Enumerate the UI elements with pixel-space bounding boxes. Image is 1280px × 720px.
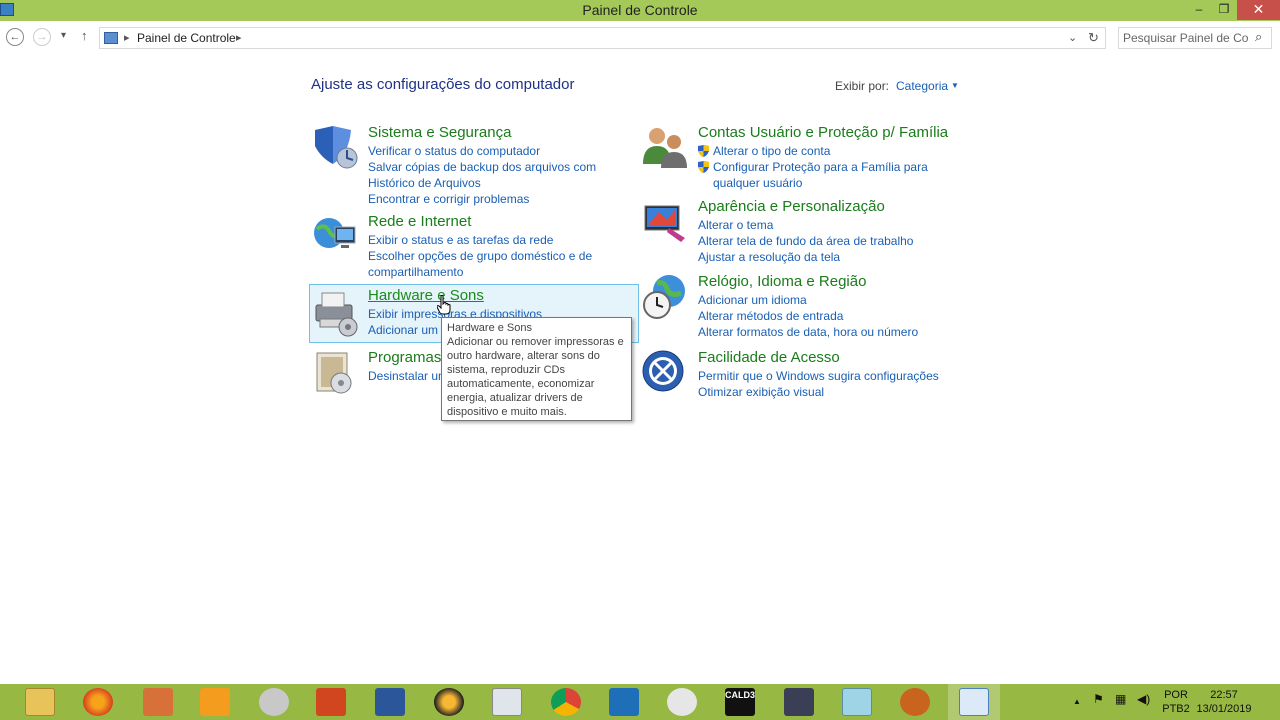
breadcrumb-control-panel[interactable]: Painel de Controle: [137, 31, 236, 45]
category-clock-language: Relógio, Idioma e Região Adicionar um id…: [641, 273, 971, 339]
accessibility-icon: [642, 350, 684, 392]
search-box[interactable]: ⌕: [1118, 27, 1272, 49]
chrome-icon[interactable]: [551, 688, 581, 716]
volume-icon[interactable]: ◀): [1137, 692, 1150, 706]
word-icon[interactable]: [375, 688, 405, 716]
baseball-glove-icon[interactable]: [900, 688, 930, 716]
category-ease-of-access: Facilidade de Acesso Permitir que o Wind…: [641, 349, 971, 399]
category-title-programs[interactable]: Programas: [368, 349, 441, 366]
minimize-button[interactable]: –: [1188, 0, 1210, 20]
hand-cursor-icon: [437, 295, 451, 315]
category-user-accounts: Contas Usuário e Proteção p/ Família Alt…: [641, 124, 971, 190]
language-indicator[interactable]: POR PTB2: [1158, 688, 1194, 716]
category-title-accounts[interactable]: Contas Usuário e Proteção p/ Família: [698, 124, 948, 141]
link-check-status[interactable]: Verificar o status do computador: [368, 143, 643, 159]
link-change-background[interactable]: Alterar tela de fundo da área de trabalh…: [698, 233, 968, 249]
network-globe-icon: [314, 218, 356, 248]
view-by-value[interactable]: Categoria: [896, 79, 948, 93]
file-explorer-icon[interactable]: [25, 688, 55, 716]
address-box[interactable]: ▸ Painel de Controle ▸ ⌄ ↻: [99, 27, 1106, 49]
category-title-system[interactable]: Sistema e Segurança: [368, 124, 511, 141]
refresh-icon[interactable]: ↻: [1088, 30, 1099, 46]
office-tools-icon[interactable]: [143, 688, 173, 716]
link-adjust-resolution[interactable]: Ajustar a resolução da tela: [698, 249, 968, 265]
breadcrumb-separator[interactable]: ▸: [236, 31, 242, 44]
window-title: Painel de Controle: [582, 2, 698, 18]
clock-globe-icon: [643, 275, 685, 319]
system-monitor-icon[interactable]: [492, 688, 522, 716]
tray-expand-icon[interactable]: ▲: [1073, 697, 1081, 706]
category-title-network[interactable]: Rede e Internet: [368, 213, 471, 230]
category-network-internet: Rede e Internet Exibir o status e as tar…: [311, 213, 641, 279]
page-title: Ajuste as configurações do computador: [311, 76, 575, 93]
appearance-icon: [644, 205, 685, 242]
address-bar-row: ← → ▾ ↑ ▸ Painel de Controle ▸ ⌄ ↻ ⌕: [0, 21, 1280, 54]
glass-app-icon[interactable]: [842, 688, 872, 716]
category-appearance: Aparência e Personalização Alterar o tem…: [641, 198, 971, 264]
restore-button[interactable]: ❐: [1213, 0, 1235, 20]
link-change-account-type[interactable]: Alterar o tipo de conta: [698, 143, 968, 159]
category-title-clock[interactable]: Relógio, Idioma e Região: [698, 273, 866, 290]
search-icon[interactable]: ⌕: [1255, 29, 1262, 45]
firefox-icon[interactable]: [83, 688, 113, 716]
up-button[interactable]: ↑: [81, 28, 88, 43]
control-panel-icon: [104, 32, 118, 44]
search-input[interactable]: [1123, 30, 1249, 46]
link-change-theme[interactable]: Alterar o tema: [698, 217, 968, 233]
programs-icon: [316, 352, 352, 394]
link-date-time-formats[interactable]: Alterar formatos de data, hora ou número: [698, 324, 968, 340]
view-by-dropdown[interactable]: Categoria ▼: [896, 79, 959, 93]
video-tool-icon[interactable]: [784, 688, 814, 716]
link-input-methods[interactable]: Alterar métodos de entrada: [698, 308, 968, 324]
media-player-icon[interactable]: [200, 688, 230, 716]
cald3-icon[interactable]: CALD3: [725, 688, 755, 716]
taskbar: CALD3 ▲ ⚑ ▦ ◀) POR PTB2 22:57 13/01/2019: [0, 684, 1280, 720]
clock-date[interactable]: 13/01/2019: [1196, 702, 1252, 716]
link-label[interactable]: Alterar o tipo de conta: [713, 144, 830, 158]
photo-tool-icon[interactable]: [259, 688, 289, 716]
uac-shield-icon: [698, 161, 709, 173]
recent-locations-button[interactable]: ▾: [61, 30, 66, 41]
users-icon: [643, 128, 687, 168]
caret-down-icon: ▼: [951, 81, 959, 90]
fl-studio-icon[interactable]: [434, 688, 464, 716]
link-family-safety[interactable]: Configurar Proteção para a Família para …: [698, 159, 968, 191]
link-backup-history[interactable]: Salvar cópias de backup dos arquivos com…: [368, 159, 643, 191]
action-center-flag-icon[interactable]: ⚑: [1093, 692, 1104, 706]
address-dropdown-icon[interactable]: ⌄: [1068, 31, 1077, 44]
link-network-status[interactable]: Exibir o status e as tarefas da rede: [368, 232, 643, 248]
network-icon[interactable]: ▦: [1115, 692, 1126, 706]
link-troubleshoot[interactable]: Encontrar e corrigir problemas: [368, 191, 643, 207]
link-windows-suggest[interactable]: Permitir que o Windows sugira configuraç…: [698, 368, 968, 384]
link-label[interactable]: Configurar Proteção para a Família para …: [713, 160, 928, 190]
view-by-label: Exibir por:: [835, 79, 890, 93]
link-optimize-visual[interactable]: Otimizar exibição visual: [698, 384, 968, 400]
category-title-hardware[interactable]: Hardware e Sons: [368, 287, 484, 304]
close-button[interactable]: ✕: [1237, 0, 1280, 20]
category-title-appearance[interactable]: Aparência e Personalização: [698, 198, 885, 215]
forward-button[interactable]: →: [33, 28, 51, 46]
control-panel-taskbar-icon[interactable]: [959, 688, 989, 716]
tooltip-body: Adicionar ou remover impressoras e outro…: [447, 336, 624, 418]
media-center-icon[interactable]: [609, 688, 639, 716]
back-button[interactable]: ←: [6, 28, 24, 46]
shield-icon: [315, 126, 358, 169]
system-clock[interactable]: 22:57 13/01/2019: [1196, 688, 1252, 716]
title-bar: Painel de Controle – ❐ ✕: [0, 0, 1280, 21]
language-code[interactable]: POR: [1158, 688, 1194, 702]
keyboard-layout[interactable]: PTB2: [1158, 702, 1194, 716]
printer-icon: [315, 292, 358, 337]
category-title-ease[interactable]: Facilidade de Acesso: [698, 349, 840, 366]
paint-icon[interactable]: [667, 688, 697, 716]
breadcrumb-separator[interactable]: ▸: [124, 31, 130, 44]
clock-time[interactable]: 22:57: [1196, 688, 1252, 702]
tooltip-title: Hardware e Sons: [447, 322, 532, 334]
powerpoint-icon[interactable]: [316, 688, 346, 716]
category-system-security: Sistema e Segurança Verificar o status d…: [311, 124, 643, 207]
link-homegroup[interactable]: Escolher opções de grupo doméstico e de …: [368, 248, 643, 280]
link-add-language[interactable]: Adicionar um idioma: [698, 292, 968, 308]
uac-shield-icon: [698, 145, 709, 157]
hardware-tooltip: Hardware e Sons Adicionar ou remover imp…: [441, 317, 632, 421]
